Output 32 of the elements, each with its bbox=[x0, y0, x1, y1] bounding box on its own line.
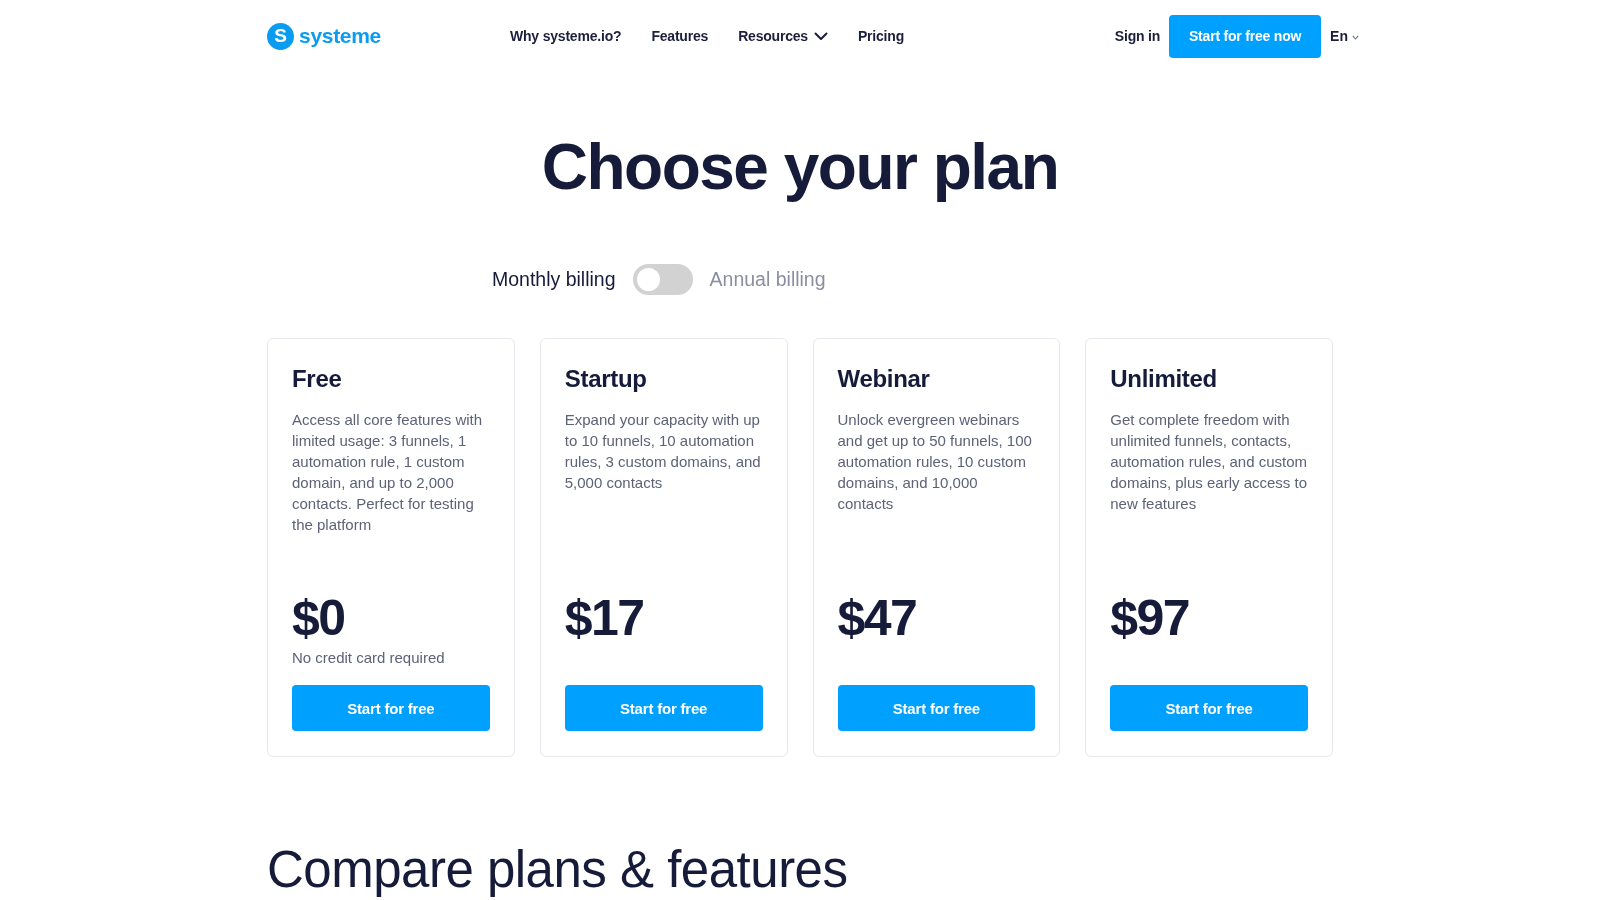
sign-in-link[interactable]: Sign in bbox=[1114, 28, 1161, 44]
start-free-button[interactable]: Start for free bbox=[1110, 685, 1308, 731]
start-free-button[interactable]: Start for free bbox=[564, 685, 763, 731]
price-note: No credit card required bbox=[292, 648, 446, 668]
plan-name: Free bbox=[292, 364, 343, 394]
caret-icon bbox=[1352, 34, 1359, 40]
plan-description: Expand your capacity with up to 10 funnels, 10 automation rules, 3 custom domains, and 5,000 contacts bbox=[564, 410, 762, 493]
nav-link[interactable]: Resources bbox=[738, 28, 828, 44]
language-selector[interactable]: En bbox=[1330, 28, 1359, 44]
plan-price: $47 bbox=[837, 592, 918, 644]
nav-link[interactable]: Pricing bbox=[857, 28, 904, 44]
plan-description: Access all core features with limited usage: 3 funnels, 1 automation rule, 1 custom domain, and up to 2,000 contacts. Perfect for testing the platform bbox=[292, 410, 484, 535]
plan-name: Webinar bbox=[837, 364, 931, 394]
monthly-billing-label: Monthly billing bbox=[492, 268, 616, 291]
start-free-button[interactable]: Start for free bbox=[837, 685, 1036, 731]
logo-mark[interactable]: S bbox=[267, 22, 294, 50]
nav-link[interactable]: Features bbox=[651, 28, 709, 44]
plan-price: $97 bbox=[1110, 592, 1191, 644]
billing-toggle[interactable] bbox=[632, 264, 693, 295]
start-free-button[interactable]: Start for free bbox=[292, 685, 490, 731]
start-free-button[interactable]: Start for free now bbox=[1169, 14, 1322, 58]
plan-name: Startup bbox=[564, 364, 648, 394]
plan-price: $17 bbox=[564, 592, 645, 644]
plan-price: $0 bbox=[292, 592, 346, 644]
nav-link[interactable]: Why systeme.io? bbox=[510, 28, 622, 44]
logo-wordmark[interactable]: systeme bbox=[299, 24, 381, 48]
plan-name: Unlimited bbox=[1110, 364, 1218, 394]
chevron-down-icon bbox=[813, 31, 828, 41]
plan-description: Get complete freedom with unlimited funnels, contacts, automation rules, and custom domains, plus early access to new features bbox=[1110, 410, 1308, 514]
annual-billing-label: Annual billing bbox=[709, 268, 826, 291]
plan-description: Unlock evergreen webinars and get up to 50 funnels, 100 automation rules, 10 custom domains, and 10,000 contacts bbox=[837, 410, 1033, 514]
page-title: Choose your plan bbox=[540, 131, 1060, 204]
